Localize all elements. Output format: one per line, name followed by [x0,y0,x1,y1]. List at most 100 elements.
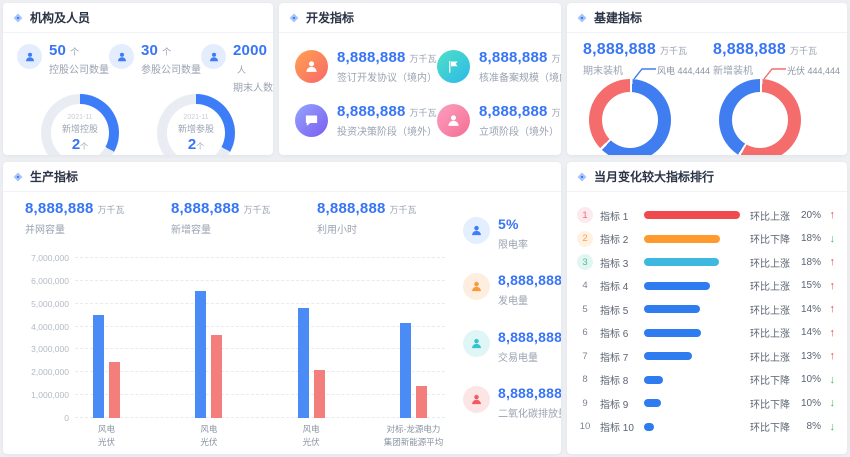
panel-title: 当月变化较大指标排行 [594,168,714,185]
rank-bar[interactable] [644,235,720,243]
donut-hole [732,92,788,148]
chat-icon [295,104,328,137]
arrow-up-icon: ↑ [821,256,835,268]
y-axis-tick-label: 6,000,000 [25,276,69,286]
progress-donut-chart[interactable]: 2021-11 新增控股 2个 [41,94,119,155]
rank-row[interactable]: 3 指标 3 环比上涨 18% ↑ [577,254,835,270]
bar-风电[interactable] [298,308,309,418]
capacity-donut-chart[interactable] [719,79,801,155]
rank-row[interactable]: 7 指标 7 环比上涨 13% ↑ [577,348,835,364]
rank-row[interactable]: 9 指标 9 环比下降 10% ↓ [577,395,835,411]
rank-change-pct: 18% [796,257,821,268]
stat-value: 8,888,888 [479,103,548,120]
rank-badge: 1 [577,207,593,223]
stat-unit: 万千瓦 [660,46,687,56]
rank-row[interactable]: 1 指标 1 环比上涨 20% ↑ [577,207,835,223]
prod-left: 8,888,888万千瓦 并网容量 8,888,888万千瓦 新增容量 8,88… [3,192,463,454]
panel-rank-header: 当月变化较大指标排行 [567,162,847,192]
bar-风电[interactable] [400,323,411,418]
rank-bar[interactable] [644,329,701,337]
person-icon [201,44,226,69]
stat-value: 8,888,888 [498,329,561,345]
stat-value: 8,888,888 [337,49,406,66]
stat-label: 控股公司数量 [49,61,109,76]
panel-infra-header: 基建指标 [567,3,847,33]
person-icon [463,386,490,413]
arrow-up-icon: ↑ [821,209,835,221]
stat-label: 限电率 [498,236,528,251]
dev-indicator: 8,888,888 万千瓦 核准备案规模（境内） [437,39,561,93]
stat-value: 8,888,888 [498,272,561,288]
stat-unit: 万千瓦 [390,205,417,215]
panel-title: 开发指标 [306,9,354,26]
rank-row[interactable]: 4 指标 4 环比上涨 15% ↑ [577,278,835,294]
rank-badge: 9 [577,395,593,411]
rank-change-text: 环比下降 [750,419,796,434]
rank-row[interactable]: 10 指标 10 环比下降 8% ↓ [577,419,835,435]
diamond-icon [578,172,586,180]
rank-bar-track [644,235,740,243]
rank-bar[interactable] [644,305,700,313]
dev-indicator: 8,888,888万千瓦 立项阶段（境外） [437,93,561,147]
stat-unit: 万千瓦 [410,108,437,118]
capacity-donut-chart[interactable] [589,79,671,155]
bar-group: 对标-龙源电力集团新能源平均 [400,258,427,418]
stat-unit: 万千瓦 [552,54,561,64]
stat-value: 8,888,888 [479,49,548,66]
bar-风电[interactable] [93,315,104,418]
rank-bar[interactable] [644,376,663,384]
callout-label: 光伏 444,444 [787,64,840,77]
person-icon [109,44,134,69]
y-axis-tick-label: 5,000,000 [25,299,69,309]
bar-光伏[interactable] [416,386,427,418]
donut-callout: 风电 444,444 [633,65,710,80]
org-stat-text: 2000人 期末人数 [233,42,273,94]
rank-label: 指标 6 [600,325,642,340]
y-axis-tick-label: 4,000,000 [25,322,69,332]
rank-row[interactable]: 6 指标 6 环比上涨 14% ↑ [577,325,835,341]
org-donuts: 2021-11 新增控股 2个 2021-11 新增参股 2个 [3,94,273,155]
rank-change-text: 环比上涨 [750,208,796,223]
side-stat-text: 5% 限电率 [498,216,528,251]
rank-row[interactable]: 8 指标 8 环比下降 10% ↓ [577,372,835,388]
rank-bar[interactable] [644,211,740,219]
donut-center: 2021-11 新增控股 2个 [51,104,109,155]
person-icon [463,217,490,244]
rank-change-pct: 8% [796,421,821,432]
org-stat: 30个 参股公司数量 [109,42,201,94]
rank-bar[interactable] [644,282,710,290]
infra-charts: 8,888,888万千瓦 期末装机 风电 444,444 8,888,888万千… [567,33,847,155]
rank-bar-track [644,376,740,384]
donut-value: 2个 [72,136,88,153]
bar-光伏[interactable] [314,370,325,418]
rank-row[interactable]: 5 指标 5 环比上涨 14% ↑ [577,301,835,317]
y-axis-tick-label: 1,000,000 [25,390,69,400]
rank-bar[interactable] [644,423,654,431]
stat-value: 8,888,888 [713,41,786,58]
rank-change-text: 环比上涨 [750,278,796,293]
person-icon [463,273,490,300]
y-axis-tick-label: 3,000,000 [25,344,69,354]
bar-风电[interactable] [195,291,206,418]
donut-label: 新增参股 [178,122,214,135]
progress-donut-chart[interactable]: 2021-11 新增参股 2个 [157,94,235,155]
side-stat-text: 8,888,888亿度 交易电量 [498,329,561,364]
rank-bar[interactable] [644,258,719,266]
person-icon [17,44,42,69]
stat-value: 50 [49,42,66,59]
stat-label: 核准备案规模（境内） [479,69,561,84]
rank-row[interactable]: 2 指标 2 环比下降 18% ↓ [577,231,835,247]
panel-title: 机构及人员 [30,9,90,26]
rank-badge: 2 [577,231,593,247]
rank-badge: 5 [577,301,593,317]
dev-indicator-text: 8,888,888万千瓦 立项阶段（境外） [479,103,561,138]
rank-bar[interactable] [644,352,692,360]
rank-bar[interactable] [644,399,661,407]
rank-label: 指标 9 [600,396,642,411]
bar-光伏[interactable] [211,335,222,418]
bar-光伏[interactable] [109,362,120,418]
dev-indicator-text: 8,888,888万千瓦 签订开发协议（境内） [337,49,437,84]
arrow-up-icon: ↑ [821,327,835,339]
arrow-up-icon: ↑ [821,280,835,292]
arrow-down-icon: ↓ [821,421,835,433]
